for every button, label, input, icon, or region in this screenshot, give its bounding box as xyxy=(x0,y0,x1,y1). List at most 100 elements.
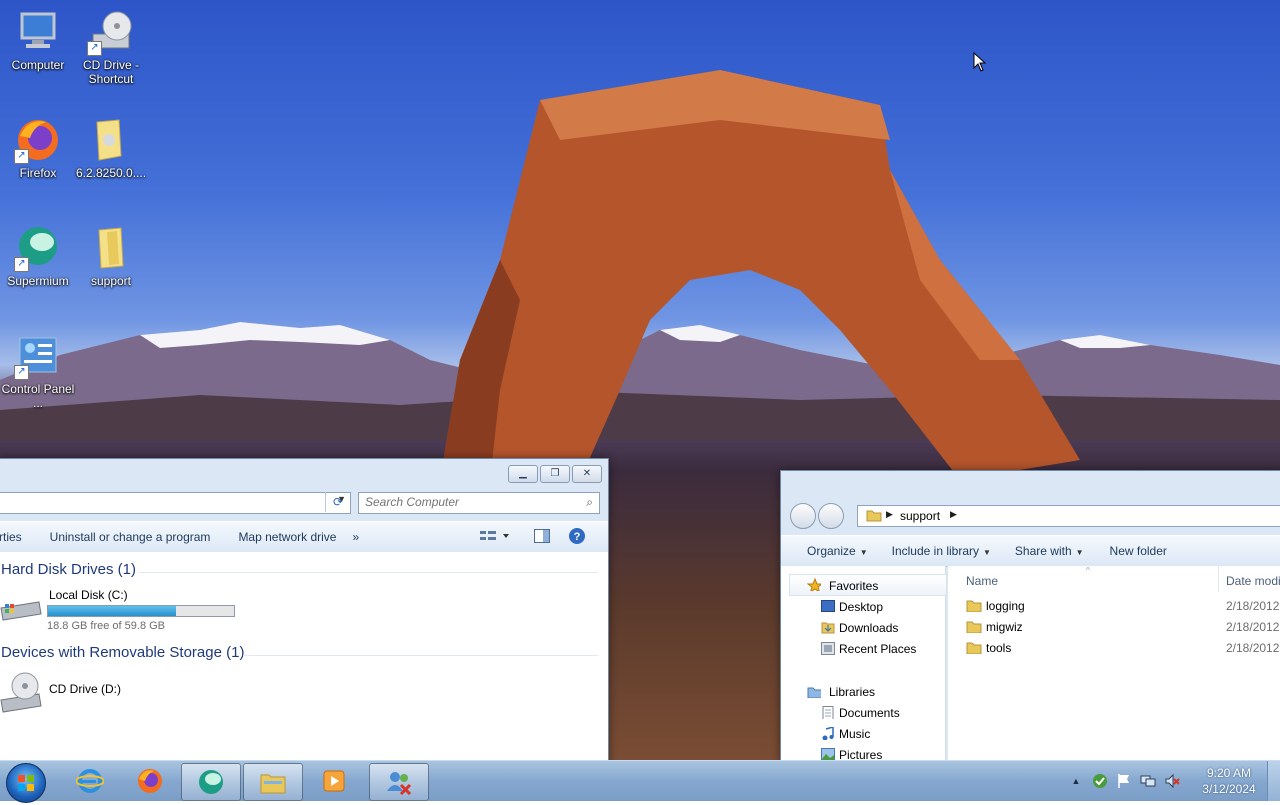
user-accounts-icon xyxy=(387,772,412,795)
forward-button[interactable] xyxy=(818,503,844,529)
folder-icon xyxy=(87,116,135,164)
more-commands-button[interactable]: » xyxy=(346,530,369,544)
file-list: Name ^ Date modi logging 2/18/2012 migwi… xyxy=(948,566,1280,763)
taskbar-user-accounts[interactable] xyxy=(369,763,429,801)
internet-explorer-icon xyxy=(76,769,104,793)
shortcut-arrow-icon: ↗ xyxy=(87,41,102,56)
file-row[interactable]: migwiz 2/18/2012 xyxy=(948,618,1280,638)
command-bar: Organize ▼ Include in library ▼ Share with… xyxy=(781,535,1280,567)
disk-usage-fill xyxy=(48,606,177,616)
supermium-icon xyxy=(199,770,223,794)
map-network-drive-button[interactable]: Map network drive xyxy=(220,530,346,544)
volume-muted-icon[interactable] xyxy=(1164,773,1180,789)
local-disk-item[interactable]: Local Disk (C:) 18.8 GB free of 59.8 GB xyxy=(0,584,299,632)
share-with-button[interactable]: Share with ▼ xyxy=(1001,544,1094,558)
supermium-icon: ↗ xyxy=(14,224,62,272)
minimize-button[interactable]: ▁ xyxy=(508,465,538,483)
clock-date: 3/12/2024 xyxy=(1202,782,1256,796)
taskbar-media-player[interactable] xyxy=(305,763,363,799)
nav-downloads[interactable]: Downloads xyxy=(821,621,898,635)
mouse-cursor-icon xyxy=(973,52,987,72)
desktop-icon-folder-6-2-8250[interactable]: 6.2.8250.0.... xyxy=(73,116,149,180)
nav-desktop[interactable]: Desktop xyxy=(821,600,883,614)
file-row[interactable]: tools 2/18/2012 xyxy=(948,639,1280,659)
folder-icon xyxy=(87,224,135,272)
shortcut-arrow-icon: ↗ xyxy=(14,149,29,164)
show-hidden-icons-icon[interactable]: ▲ xyxy=(1068,773,1084,789)
window-controls: ▁ ❐ ✕ xyxy=(508,465,602,483)
taskbar-internet-explorer[interactable] xyxy=(61,763,119,799)
desktop-icon-firefox[interactable]: ↗ Firefox xyxy=(0,116,76,180)
folder-icon xyxy=(966,621,982,633)
firefox-icon: ↗ xyxy=(14,116,62,164)
column-header-date-modified[interactable]: Date modi xyxy=(1226,574,1280,588)
desktop-icon-computer[interactable]: Computer xyxy=(0,8,76,72)
organize-button[interactable]: Organize ▼ xyxy=(781,544,878,558)
help-icon[interactable]: ? xyxy=(568,527,586,548)
taskbar-firefox[interactable] xyxy=(121,763,179,799)
chevron-down-icon: ▼ xyxy=(1075,548,1084,557)
new-folder-button[interactable]: New folder xyxy=(1094,544,1177,558)
close-button[interactable]: ✕ xyxy=(572,465,602,483)
group-hard-disk-drives[interactable]: Hard Disk Drives (1) xyxy=(1,561,136,578)
shortcut-arrow-icon: ↗ xyxy=(14,365,29,380)
nav-recent-places[interactable]: Recent Places xyxy=(821,642,916,656)
search-icon[interactable]: ⌕ xyxy=(586,495,593,510)
start-button[interactable] xyxy=(6,763,46,803)
network-icon[interactable] xyxy=(1140,773,1156,789)
breadcrumb-arrow-icon[interactable]: ▶ xyxy=(950,509,957,520)
support-explorer-window: ▶ support ▶ Organize ▼ Include in library… xyxy=(780,470,1280,764)
libraries-icon xyxy=(807,687,821,698)
action-center-flag-icon[interactable] xyxy=(1116,773,1132,789)
taskbar-supermium[interactable] xyxy=(181,763,241,801)
security-shield-icon[interactable] xyxy=(1092,773,1108,789)
back-button[interactable] xyxy=(790,503,816,529)
search-input[interactable] xyxy=(359,493,571,511)
nav-libraries[interactable]: Libraries xyxy=(807,685,875,699)
shortcut-arrow-icon: ↗ xyxy=(14,257,29,272)
desktop-icon-support-folder[interactable]: support xyxy=(73,224,149,288)
file-row[interactable]: logging 2/18/2012 xyxy=(948,597,1280,617)
group-divider xyxy=(139,572,598,573)
change-view-icon[interactable] xyxy=(479,528,509,547)
nav-favorites[interactable]: Favorites xyxy=(807,578,878,593)
wallpaper-arch xyxy=(440,70,1080,480)
column-header-name[interactable]: Name xyxy=(966,574,998,588)
chevron-down-icon: ▼ xyxy=(983,548,991,557)
clock[interactable]: 9:20 AM 3/12/2024 xyxy=(1194,765,1264,797)
search-box[interactable]: ⌕ xyxy=(358,492,600,514)
cd-drive-item[interactable]: CD Drive (D:) xyxy=(0,670,299,716)
address-bar[interactable]: ▶ support ▶ xyxy=(857,505,1280,527)
column-divider[interactable] xyxy=(1218,566,1219,592)
nav-music[interactable]: Music xyxy=(822,727,870,741)
address-bar[interactable]: ▼ xyxy=(0,492,351,514)
desktop-icon xyxy=(821,600,835,612)
chevron-down-icon: ▼ xyxy=(859,548,868,557)
properties-button[interactable]: rties xyxy=(0,530,32,544)
hard-drive-icon xyxy=(0,601,42,621)
desktop-icon-cd-drive-shortcut[interactable]: ↗ CD Drive - Shortcut xyxy=(73,8,149,86)
preview-pane-icon[interactable] xyxy=(534,529,550,546)
desktop-icon-supermium[interactable]: ↗ Supermium xyxy=(0,224,76,288)
folder-icon xyxy=(866,510,882,522)
breadcrumb-support[interactable]: support xyxy=(900,509,940,523)
maximize-button[interactable]: ❐ xyxy=(540,465,570,483)
media-player-icon xyxy=(323,770,345,792)
music-icon xyxy=(822,727,834,740)
uninstall-program-button[interactable]: Uninstall or change a program xyxy=(32,530,221,544)
include-in-library-button[interactable]: Include in library ▼ xyxy=(878,544,1001,558)
desktop-icon-control-panel[interactable]: ↗ Control Panel ... xyxy=(0,332,76,410)
group-divider xyxy=(243,655,598,656)
cd-drive-icon xyxy=(0,672,42,713)
command-bar: rties Uninstall or change a program Map … xyxy=(0,521,608,553)
folder-icon xyxy=(966,600,982,612)
refresh-icon[interactable]: ⟳ xyxy=(325,492,350,512)
downloads-icon xyxy=(821,622,835,634)
taskbar-windows-explorer[interactable] xyxy=(243,763,303,801)
show-desktop-button[interactable] xyxy=(1267,761,1280,801)
computer-content: Hard Disk Drives (1) Local Disk (C:) 18.… xyxy=(0,552,608,763)
group-removable-storage[interactable]: Devices with Removable Storage (1) xyxy=(1,644,244,661)
breadcrumb-arrow-icon[interactable]: ▶ xyxy=(886,509,893,520)
nav-documents[interactable]: Documents xyxy=(822,706,900,720)
cd-drive-icon: ↗ xyxy=(87,8,135,56)
